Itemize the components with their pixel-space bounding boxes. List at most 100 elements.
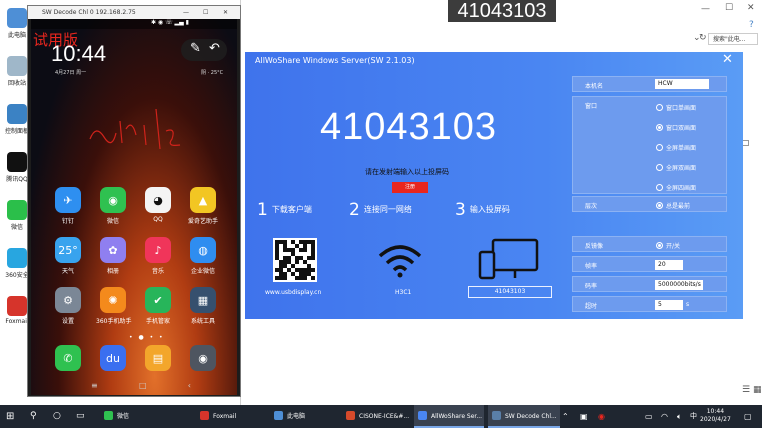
app-icon: du	[100, 345, 126, 371]
app-label: 音乐	[151, 268, 164, 275]
app-shortcut[interactable]: ♪ 音乐	[141, 237, 175, 275]
app-shortcut[interactable]: ✺ 360手机助手	[96, 287, 132, 325]
website-url[interactable]: www.usbdisplay.cn	[265, 289, 321, 296]
window-mode-group: 窗口 窗口单画面 窗口双画面 全屏单画面 全屏双画面 全屏四画面	[572, 96, 727, 194]
minimize-icon[interactable]: —	[183, 6, 189, 19]
pen-icon[interactable]: ✎	[190, 41, 201, 56]
server-window: AllWoShare Windows Server(SW 2.1.03) ✕ 4…	[245, 52, 743, 319]
phone-screen[interactable]: 试用版 ✱ ◉ ☏ ▂▄ ▮ 10:44 4月27日 周一 阴 · 25°C ✎…	[31, 19, 237, 395]
details-view-icon[interactable]: ☰	[742, 385, 750, 395]
taskbar-app[interactable]: AllWoShare Ser...	[414, 405, 484, 428]
app-icon	[274, 411, 283, 420]
taskbar-app-label: 微信	[117, 413, 130, 420]
close-icon[interactable]: ✕	[722, 52, 733, 67]
maximize-icon[interactable]: ☐	[203, 6, 208, 19]
step-text: 下载客户端	[271, 205, 312, 214]
app-shortcut[interactable]: ▲ 爱奇艺助手	[186, 187, 220, 225]
bitrate-input[interactable]: 5000000bits/s	[655, 280, 703, 290]
app-shortcut[interactable]: ◉ 微信	[96, 187, 130, 225]
timeout-label: 超时	[585, 303, 598, 310]
tray-icon[interactable]: ▣	[580, 405, 588, 428]
chevron-up-icon[interactable]: ⌃	[562, 405, 569, 428]
bitrate-row: 码率 5000000bits/s	[572, 276, 727, 292]
taskbar-app[interactable]: 微信	[100, 405, 190, 428]
undo-icon[interactable]: ↶	[209, 41, 220, 56]
dock-app[interactable]: ▤	[141, 345, 175, 371]
network-icon[interactable]: ▭	[645, 405, 653, 428]
task-view-icon[interactable]: ▭	[76, 405, 85, 428]
dock-app[interactable]: ✆	[51, 345, 85, 371]
dock-app[interactable]: ◉	[186, 345, 220, 371]
notification-icon[interactable]: ▢	[744, 405, 752, 428]
fps-input[interactable]: 20	[655, 260, 683, 270]
app-shortcut[interactable]: ▦ 系统工具	[186, 287, 220, 325]
minimize-icon[interactable]: —	[701, 4, 710, 14]
app-label: 360手机助手	[96, 318, 132, 325]
explorer-title: 41043103	[448, 0, 556, 22]
app-shortcut[interactable]: ✈ 钉钉	[51, 187, 85, 225]
maximize-icon[interactable]: ☐	[725, 3, 733, 13]
window-mode-radio[interactable]: 全屏单画面	[656, 143, 696, 152]
clock-time: 10:44	[706, 408, 725, 415]
app-shortcut[interactable]: ◍ 企业微信	[186, 237, 220, 275]
app-icon	[7, 104, 27, 124]
app-shortcut[interactable]: ◕ QQ	[141, 187, 175, 223]
refresh-icon[interactable]: ↻	[699, 33, 707, 43]
taskbar-app[interactable]: Foxmail	[196, 405, 266, 428]
app-icon	[200, 411, 209, 420]
windows-start-icon[interactable]: ⊞	[6, 405, 14, 428]
mirror-row: 反镜像 开/关	[572, 236, 727, 252]
app-shortcut[interactable]: ✔ 手机管家	[141, 287, 175, 325]
clock-date: 2020/4/27	[700, 416, 731, 423]
layer-radio-topmost[interactable]: 总是最前	[656, 201, 690, 210]
annotation-toolbar[interactable]: ✎ ↶	[181, 39, 227, 61]
app-icon: ⚙	[55, 287, 81, 313]
search-icon[interactable]: ⚲	[30, 405, 37, 428]
window-mode-radio[interactable]: 全屏双画面	[656, 163, 696, 172]
cortana-icon[interactable]: ○	[53, 405, 61, 428]
app-icon: ✈	[55, 187, 81, 213]
mirror-toggle[interactable]: 开/关	[656, 241, 680, 250]
help-icon[interactable]: ?	[749, 20, 754, 30]
step-text: 输入投屏码	[469, 205, 510, 214]
register-button[interactable]: 注册	[392, 182, 428, 193]
taskbar-app-label: CISONE-ICE&#...	[359, 413, 410, 420]
hostname-label: 本机名	[585, 83, 604, 90]
phone-window[interactable]: SW Decode Chl 0 192.168.2.75 — ☐ ✕ 试用版 ✱…	[27, 5, 241, 397]
taskbar-clock[interactable]: 10:44 2020/4/27	[700, 408, 731, 424]
close-icon[interactable]: ✕	[223, 6, 228, 19]
step-text: 连接同一网络	[363, 205, 412, 214]
hostname-input[interactable]: HCW	[655, 79, 709, 89]
taskbar-app-label: AllWoShare Ser...	[431, 413, 483, 420]
app-icon	[7, 200, 27, 220]
code-hint: 请在发射端输入以上投屏码	[365, 168, 449, 176]
taskbar-app[interactable]: SW Decode Chl...	[488, 405, 560, 428]
ime-icon[interactable]: 中	[690, 405, 697, 428]
wifi-tray-icon[interactable]: ◠	[661, 405, 668, 428]
phone-window-titlebar[interactable]: SW Decode Chl 0 192.168.2.75 — ☐ ✕	[28, 6, 240, 19]
close-icon[interactable]: ✕	[747, 3, 755, 13]
app-shortcut[interactable]: 25° 天气	[51, 237, 85, 275]
taskbar-app-label: Foxmail	[213, 413, 237, 420]
status-icons: ✱ ◉ ☏ ▂▄ ▮	[151, 19, 189, 26]
app-icon: ▲	[190, 187, 216, 213]
taskbar-app[interactable]: CISONE-ICE&#...	[342, 405, 412, 428]
menu-icon[interactable]: ≡	[91, 381, 98, 390]
app-shortcut[interactable]: ⚙ 设置	[51, 287, 85, 325]
app-label: QQ	[153, 216, 163, 223]
home-icon[interactable]: □	[139, 381, 147, 390]
search-input[interactable]: 搜索"此电...	[708, 33, 758, 45]
tray-app-icon[interactable]: ◉	[598, 405, 605, 428]
taskbar: ⊞ ⚲ ○ ▭ 微信 Foxmail 此电脑 CISONE-ICE&#... AllWo…	[0, 405, 762, 428]
dock-app[interactable]: du	[96, 345, 130, 371]
tiles-view-icon[interactable]: ▦	[753, 385, 762, 395]
volume-icon[interactable]: 🔈︎	[677, 405, 682, 428]
back-icon[interactable]: ‹	[188, 381, 191, 390]
timeout-input[interactable]: 5	[655, 300, 683, 310]
app-shortcut[interactable]: ✿ 相册	[96, 237, 130, 275]
app-icon: ◉	[190, 345, 216, 371]
window-mode-radio[interactable]: 全屏四画面	[656, 183, 696, 192]
window-mode-radio[interactable]: 窗口双画面	[656, 123, 696, 132]
taskbar-app[interactable]: 此电脑	[270, 405, 336, 428]
window-mode-radio[interactable]: 窗口单画面	[656, 103, 696, 112]
